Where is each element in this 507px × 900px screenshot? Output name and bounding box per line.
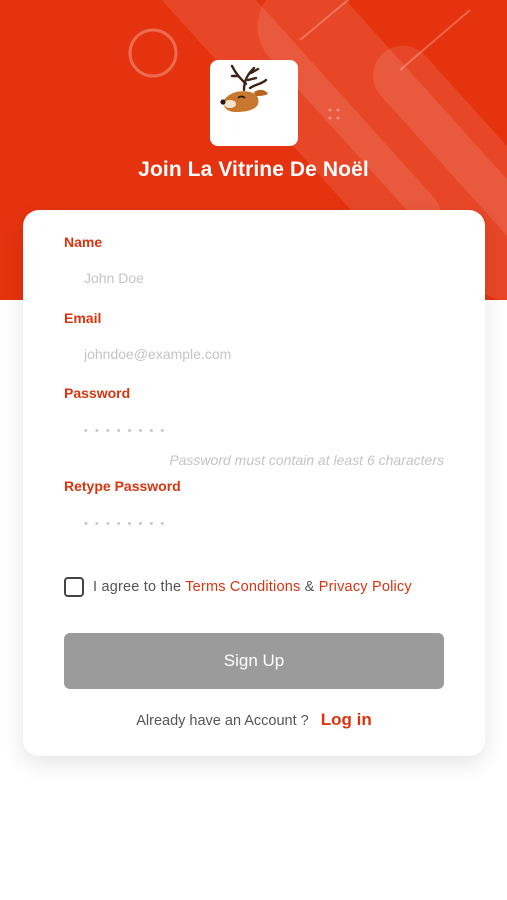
terms-link[interactable]: Terms Conditions: [185, 579, 300, 595]
privacy-link[interactable]: Privacy Policy: [319, 579, 412, 595]
agree-checkbox[interactable]: [64, 577, 84, 597]
name-label: Name: [64, 234, 103, 250]
password-label: Password: [64, 385, 131, 401]
agreement-joiner: &: [304, 579, 315, 595]
password-hint: Password must contain at least 6 charact…: [169, 452, 444, 468]
retype-password-input[interactable]: [64, 507, 444, 537]
signup-card: Name Email Password Password must contai…: [23, 210, 485, 756]
signup-button[interactable]: Sign Up: [64, 633, 444, 689]
page-title: Join La Vitrine De Noël: [138, 158, 369, 181]
deer-logo-icon: [220, 64, 268, 112]
agreement-prefix: I agree to the: [93, 579, 182, 595]
email-input[interactable]: [64, 339, 444, 369]
app-logo: [210, 60, 298, 146]
login-prompt: Already have an Account ? Log in: [23, 710, 485, 730]
email-label: Email: [64, 310, 102, 326]
have-account-text: Already have an Account ?: [136, 713, 309, 729]
agreement-row: I agree to the Terms Conditions & Privac…: [64, 576, 412, 598]
retype-password-label: Retype Password: [64, 478, 181, 494]
name-input[interactable]: [64, 263, 444, 293]
agreement-text: I agree to the Terms Conditions & Privac…: [93, 579, 412, 595]
password-input[interactable]: [64, 414, 444, 444]
login-link[interactable]: Log in: [321, 710, 372, 729]
